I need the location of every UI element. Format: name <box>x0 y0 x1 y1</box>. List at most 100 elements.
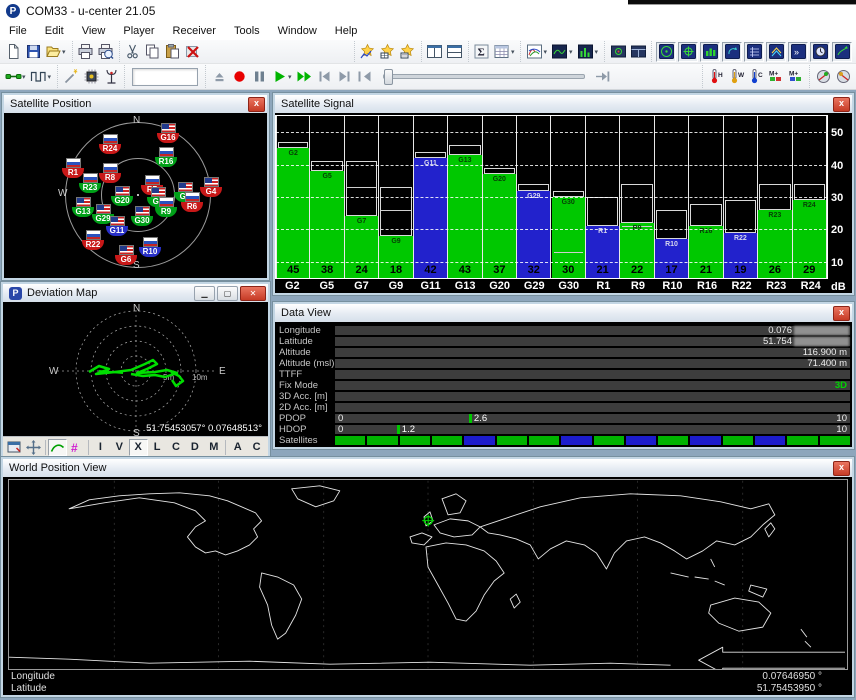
scale-button-x[interactable]: X <box>129 439 148 456</box>
scale-button-m[interactable]: M <box>204 439 223 456</box>
new-file-icon[interactable] <box>3 42 23 62</box>
scale-button-l[interactable]: L <box>148 439 167 456</box>
playback-slider-handle[interactable] <box>384 69 393 85</box>
step-back-icon[interactable] <box>315 67 335 87</box>
print-preview-icon[interactable] <box>96 42 116 62</box>
world-position-titlebar[interactable]: World Position View x <box>3 459 852 477</box>
satellite-position-titlebar[interactable]: Satellite Position x <box>4 95 267 113</box>
nav-table-view-icon[interactable] <box>744 42 764 62</box>
assistnow-offline-icon[interactable]: M+ <box>786 67 806 87</box>
cut-icon[interactable] <box>123 42 143 62</box>
deviation-map-titlebar[interactable]: P Deviation Map ▁ ▢ ✕ <box>3 284 268 302</box>
menu-item-file[interactable]: File <box>0 22 36 40</box>
autobaud-wizard-icon[interactable] <box>61 67 81 87</box>
menu-item-tools[interactable]: Tools <box>225 22 269 40</box>
route-view-icon[interactable] <box>832 42 852 62</box>
paste-icon[interactable] <box>163 42 183 62</box>
connect-dropdown-icon[interactable]: ▾ <box>22 73 26 81</box>
scale-button-d[interactable]: D <box>185 439 204 456</box>
map-chart-view-dropdown-icon[interactable]: ▾ <box>569 48 573 56</box>
histogram-view-dropdown-icon[interactable]: ▾ <box>594 48 598 56</box>
skip-start-icon[interactable] <box>355 67 375 87</box>
new-table-view-icon[interactable] <box>378 42 398 62</box>
scale-button-i[interactable]: I <box>91 439 110 456</box>
open-file-icon[interactable] <box>43 42 63 62</box>
data-view-titlebar[interactable]: Data View x <box>275 304 852 322</box>
save-file-icon[interactable] <box>23 42 43 62</box>
tile-horizontal-icon[interactable] <box>425 42 445 62</box>
y-tick-20: 20 <box>831 224 843 236</box>
play-icon[interactable] <box>269 67 289 87</box>
chart-view-icon[interactable] <box>524 42 544 62</box>
playback-slider[interactable] <box>383 74 585 79</box>
menu-item-window[interactable]: Window <box>269 22 326 40</box>
camera-view-icon[interactable] <box>608 42 628 62</box>
hotstart-icon[interactable]: H <box>706 67 726 87</box>
docking-view-icon[interactable] <box>628 42 648 62</box>
close-icon[interactable]: x <box>833 461 850 476</box>
baudrate-dropdown-icon[interactable]: ▾ <box>48 73 52 81</box>
step-forward-icon[interactable] <box>335 67 355 87</box>
satellite-signal-titlebar[interactable]: Satellite Signal x <box>275 95 852 113</box>
scale-button-c-2[interactable]: C <box>247 439 266 456</box>
statistic-view-icon[interactable]: Σ <box>472 42 492 62</box>
sat-position-view-icon[interactable] <box>656 42 676 62</box>
minimize-icon[interactable]: ▁ <box>194 286 215 301</box>
coldstart-icon[interactable]: C <box>746 67 766 87</box>
menu-item-receiver[interactable]: Receiver <box>164 22 225 40</box>
menu-item-help[interactable]: Help <box>326 22 367 40</box>
copy-icon[interactable] <box>143 42 163 62</box>
skip-end-icon[interactable] <box>593 67 613 87</box>
connect-icon[interactable] <box>3 67 23 87</box>
warmstart-icon[interactable]: W <box>726 67 746 87</box>
deviation-map-view-icon[interactable] <box>678 42 698 62</box>
close-icon[interactable]: ✕ <box>240 286 266 301</box>
message-view-icon[interactable] <box>766 42 786 62</box>
x-label-r1: R1 <box>586 280 621 293</box>
pan-icon[interactable] <box>24 439 43 456</box>
sat-signal-view-icon[interactable] <box>700 42 720 62</box>
protocol-filter-combo[interactable] <box>132 68 198 86</box>
close-icon[interactable]: x <box>248 97 265 112</box>
maximize-icon[interactable]: ▢ <box>217 286 238 301</box>
tile-vertical-icon[interactable] <box>445 42 465 62</box>
baudrate-icon[interactable] <box>29 67 49 87</box>
table-view-dropdown-icon[interactable]: ▾ <box>511 48 515 56</box>
properties-icon[interactable] <box>5 439 24 456</box>
clock-view-icon[interactable] <box>810 42 830 62</box>
menu-item-player[interactable]: Player <box>114 22 163 40</box>
histogram-view-icon[interactable] <box>575 42 595 62</box>
eject-icon[interactable] <box>209 67 229 87</box>
table-view-icon[interactable] <box>492 42 512 62</box>
delete-red-icon[interactable] <box>183 42 203 62</box>
new-text-view-icon[interactable] <box>398 42 418 62</box>
antenna-icon[interactable] <box>101 67 121 87</box>
chart-view-dropdown-icon[interactable]: ▾ <box>543 48 547 56</box>
sky-view-icon[interactable] <box>722 42 742 62</box>
scale-button-v[interactable]: V <box>110 439 129 456</box>
firmware-update-icon[interactable] <box>81 67 101 87</box>
fast-forward-icon[interactable] <box>295 67 315 87</box>
signal-sub-line <box>554 252 583 253</box>
menu-item-edit[interactable]: Edit <box>36 22 73 40</box>
signal-max-box <box>794 184 825 200</box>
close-icon[interactable]: x <box>833 97 850 112</box>
close-icon[interactable]: x <box>833 306 850 321</box>
new-chart-view-icon[interactable] <box>358 42 378 62</box>
scale-button-c[interactable]: C <box>167 439 186 456</box>
open-file-dropdown-icon[interactable]: ▾ <box>62 48 66 56</box>
menu-item-view[interactable]: View <box>73 22 115 40</box>
track-toggle-icon[interactable] <box>48 439 67 456</box>
toolbar-group <box>124 65 205 88</box>
console-view-icon[interactable]: » <box>788 42 808 62</box>
print-icon[interactable] <box>76 42 96 62</box>
sat-database-2-icon[interactable] <box>833 67 853 87</box>
sat-database-icon[interactable] <box>813 67 833 87</box>
play-dropdown-icon[interactable]: ▾ <box>288 73 292 81</box>
record-icon[interactable] <box>229 67 249 87</box>
grid-toggle-icon[interactable]: # <box>67 439 86 456</box>
pause-icon[interactable] <box>249 67 269 87</box>
map-chart-view-icon[interactable] <box>550 42 570 62</box>
scale-button-a-2[interactable]: A <box>228 439 247 456</box>
assistnow-online-icon[interactable]: M+ <box>766 67 786 87</box>
